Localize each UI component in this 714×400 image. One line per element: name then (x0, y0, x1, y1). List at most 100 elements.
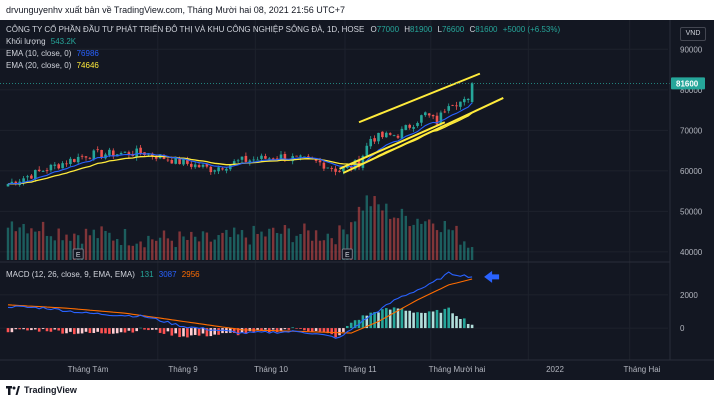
candle (190, 160, 193, 170)
candle-body (45, 170, 49, 171)
currency-box[interactable]: VND (680, 27, 706, 41)
price-axis-bg (670, 20, 714, 380)
ohlc-high: H81900 (404, 25, 433, 34)
candle-body (377, 132, 380, 142)
volume-bar (303, 223, 306, 260)
volume-bar (404, 215, 407, 260)
candle (431, 114, 435, 120)
candle (69, 156, 72, 167)
macd-histogram-bar (143, 328, 146, 330)
candle (53, 162, 57, 170)
symbol-legend[interactable]: CÔNG TY CỔ PHẦN ĐẦU TƯ PHÁT TRIỂN ĐÔ THỊ… (6, 25, 560, 34)
channel-line-2 (342, 97, 504, 174)
volume-bar (229, 237, 232, 260)
macd-histogram-bar (443, 308, 447, 329)
macd-histogram-bar (18, 328, 21, 330)
macd-histogram-bar (100, 328, 103, 334)
candle-body (61, 163, 64, 169)
candle-body (451, 104, 454, 106)
chart-frame[interactable]: EE 90000 80000 70000 60000 50000 40000 2000 0 81… (0, 20, 714, 380)
candle-body (119, 152, 123, 155)
volume-bar (428, 219, 431, 260)
candle-body (57, 164, 60, 169)
volume-bar (38, 231, 41, 260)
volume-bar (369, 206, 372, 260)
macd-histogram-bar (170, 328, 174, 336)
ema10-legend[interactable]: EMA (10, close, 0) 76986 (6, 49, 99, 58)
time-tick-label: Tháng Tám (68, 365, 109, 374)
candle (119, 151, 123, 155)
price-tick-label: 40000 (680, 248, 703, 257)
macd-histogram-bar (65, 328, 68, 334)
candle-body (443, 111, 447, 113)
volume-bar (143, 247, 146, 260)
macd-histogram-bar (10, 328, 14, 333)
candle-body (37, 169, 41, 172)
volume-bar (190, 231, 193, 260)
macd-histogram-bar (291, 327, 294, 329)
tradingview-logo[interactable]: TradingView (6, 384, 77, 396)
macd-histogram-bar (310, 328, 314, 332)
volume-bar (353, 221, 357, 260)
publisher-text: drvunguyenhv xuất bản về TradingView.com… (6, 5, 346, 15)
ohlc-low: L76600 (437, 25, 465, 34)
macd-histogram-bar (30, 328, 33, 331)
candle-body (369, 138, 372, 147)
time-tick-label: Tháng Mười hai (429, 365, 486, 374)
volume-bars: EE (6, 195, 474, 260)
volume-bar (158, 237, 162, 260)
macd-histogram-bar (318, 328, 322, 332)
macd-histogram-bar (342, 328, 345, 332)
candle-body (416, 123, 419, 126)
candle-body (108, 149, 111, 156)
volume-legend[interactable]: Khối lượng 543.2K (6, 37, 76, 46)
macd-histogram-bar (6, 328, 10, 333)
volume-bar (162, 230, 166, 260)
volume-bar (139, 241, 142, 260)
candle-body (252, 159, 255, 161)
candle (84, 156, 88, 161)
volume-bar (443, 221, 446, 260)
chart-canvas[interactable]: EE 9000080000700006000050000400002000081… (0, 20, 714, 380)
volume-bar (65, 234, 68, 260)
candle-body (190, 163, 193, 167)
ema-lines (7, 102, 473, 185)
candle (268, 157, 271, 160)
volume-bar (236, 234, 240, 260)
macd-histogram-bar (307, 328, 310, 332)
candle-body (392, 135, 396, 137)
macd-histogram-bar (451, 313, 454, 329)
candle-body (264, 156, 267, 159)
candle-body (385, 132, 388, 138)
candle (209, 165, 213, 175)
macd-histogram-bar (53, 328, 57, 330)
volume-bar (244, 237, 248, 260)
macd-histogram-bar (26, 328, 29, 331)
ema20-legend[interactable]: EMA (20, close, 0) 74646 (6, 61, 99, 70)
volume-bar (61, 240, 64, 260)
candle (416, 121, 419, 128)
macd-legend[interactable]: MACD (12, 26, close, 9, EMA, EMA) 131 30… (6, 270, 200, 279)
candle (22, 176, 25, 186)
candle (455, 101, 458, 110)
candle-body (197, 165, 201, 168)
price-tick-label: 50000 (680, 207, 703, 216)
volume-bar (400, 208, 404, 260)
macd-histogram-bar (131, 328, 135, 333)
volume-bar (377, 204, 380, 260)
candle (45, 167, 49, 174)
candle (225, 167, 228, 174)
ohlc-close: C81600 (469, 25, 498, 34)
candle (264, 153, 267, 160)
price-tick-label: 70000 (680, 126, 703, 135)
macd-tick-label: 2000 (680, 291, 698, 300)
candle (373, 135, 376, 145)
earnings-marker-label: E (345, 252, 350, 259)
macd-hist-value: 131 (140, 270, 154, 279)
volume-bar (69, 240, 72, 260)
volume-bar (439, 232, 443, 260)
candle (96, 146, 99, 153)
candle-body (400, 128, 404, 139)
candle (466, 98, 470, 103)
ohlc-change: +5000 (+6.53%) (502, 25, 561, 34)
